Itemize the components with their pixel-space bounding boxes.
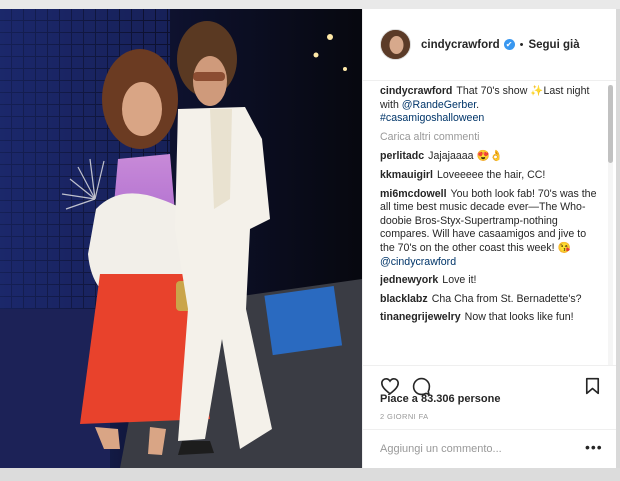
load-more-comments-button[interactable]: Carica altri commenti bbox=[380, 131, 602, 145]
comment-item: tinanegrijewelry Now that looks like fun! bbox=[380, 311, 602, 325]
comment-username[interactable]: blacklabz bbox=[380, 293, 428, 305]
comment-text: Now that looks like fun! bbox=[464, 311, 574, 324]
caption: cindycrawford That 70's show ✨Last night … bbox=[380, 85, 602, 126]
comment-text: Love it! bbox=[442, 274, 477, 287]
caption-hashtag-link[interactable]: #casamigoshalloween bbox=[380, 112, 484, 124]
post-photo bbox=[0, 9, 362, 468]
action-bar bbox=[363, 365, 617, 396]
comment-item: kkmauigirl Loveeeee the hair, CC! bbox=[380, 169, 602, 183]
caption-username[interactable]: cindycrawford bbox=[380, 85, 452, 97]
comment-username[interactable]: mi6mcdowell bbox=[380, 188, 447, 200]
comment-username[interactable]: perlitadc bbox=[380, 150, 424, 162]
post-header: cindycrawford ✔ • Segui già bbox=[363, 9, 617, 81]
header-separator: • bbox=[519, 38, 524, 51]
comment-item: jednewyork Love it! bbox=[380, 274, 602, 288]
comment-username[interactable]: kkmauigirl bbox=[380, 169, 433, 181]
comment-item: blacklabz Cha Cha from St. Bernadette's? bbox=[380, 293, 602, 307]
scrollbar-thumb[interactable] bbox=[608, 85, 613, 163]
right-gutter bbox=[616, 9, 620, 468]
comment-item: perlitadc Jajajaaaa 😍👌 bbox=[380, 150, 602, 164]
browser-bottom-strip bbox=[0, 468, 620, 481]
post-timestamp: 2 GIORNI FA bbox=[380, 412, 429, 421]
following-button[interactable]: Segui già bbox=[528, 39, 579, 51]
verified-badge-icon: ✔ bbox=[503, 39, 515, 50]
comment-text: Jajajaaaa 😍👌 bbox=[428, 150, 503, 163]
comment-text: Cha Cha from St. Bernadette's? bbox=[431, 292, 582, 305]
comment-mention-link[interactable]: @cindycrawford bbox=[380, 256, 456, 268]
comment-item: mi6mcdowell You both look fab! 70's was t… bbox=[380, 188, 602, 270]
more-options-button[interactable]: ••• bbox=[585, 439, 603, 455]
add-comment-input[interactable]: Aggiungi un commento... bbox=[380, 443, 502, 455]
comment-text: Loveeeee the hair, CC! bbox=[437, 168, 546, 181]
post-side-panel: cindycrawford ✔ • Segui già cindycrawfor… bbox=[362, 9, 617, 468]
caption-mention-link[interactable]: @RandeGerber bbox=[402, 99, 476, 111]
post-author-username[interactable]: cindycrawford bbox=[421, 39, 500, 51]
comment-username[interactable]: tinanegrijewelry bbox=[380, 311, 461, 323]
bookmark-icon[interactable] bbox=[585, 377, 600, 395]
likes-count[interactable]: Piace a 83.306 persone bbox=[380, 393, 500, 405]
caption-text-end: . bbox=[476, 98, 480, 111]
comments-scrollbar[interactable] bbox=[608, 85, 613, 365]
browser-top-strip bbox=[0, 0, 620, 9]
add-comment-bar: Aggiungi un commento... ••• bbox=[363, 429, 617, 468]
comments-list: cindycrawford That 70's show ✨Last night … bbox=[380, 85, 602, 365]
avatar[interactable] bbox=[380, 29, 411, 60]
comment-username[interactable]: jednewyork bbox=[380, 274, 438, 286]
